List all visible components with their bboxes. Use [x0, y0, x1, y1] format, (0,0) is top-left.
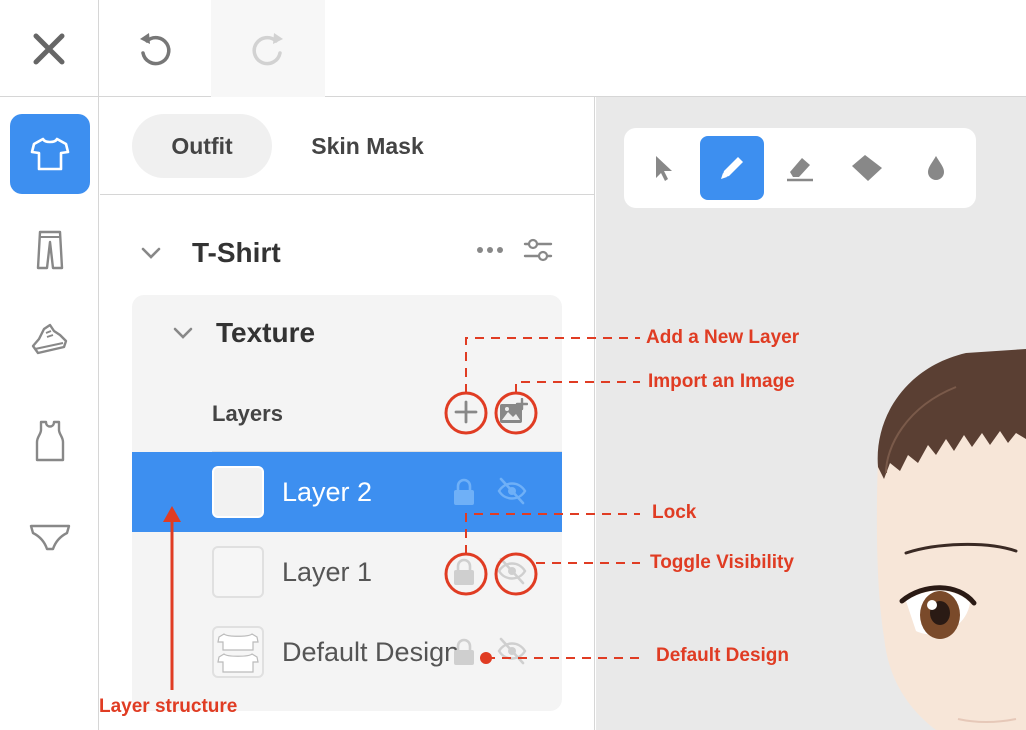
- image-add-icon: [500, 398, 528, 423]
- section-title: T-Shirt: [192, 237, 281, 268]
- tab-outfit[interactable]: Outfit: [132, 114, 272, 178]
- category-tshirt[interactable]: [10, 114, 90, 194]
- plus-icon: [454, 400, 478, 424]
- dropper-tool-button[interactable]: [904, 136, 968, 200]
- more-icon[interactable]: [475, 243, 505, 257]
- category-underwear[interactable]: [10, 497, 90, 577]
- layer-row[interactable]: Layer 2: [132, 452, 562, 532]
- close-icon: [33, 33, 65, 64]
- layer-name: Layer 2: [282, 476, 373, 507]
- layers-label: Layers: [212, 401, 283, 426]
- default-design-thumbnail: [212, 626, 264, 678]
- eraser-icon: [787, 158, 813, 182]
- layer-panel: Outfit Skin Mask T-Shirt Texture Layers: [100, 97, 595, 730]
- pants-icon: [36, 230, 64, 270]
- layer-row[interactable]: Default Design: [132, 612, 562, 692]
- underwear-icon: [29, 524, 71, 551]
- undo-button[interactable]: [99, 0, 211, 97]
- fill-icon: [852, 155, 882, 181]
- t-shirt-icon: [30, 137, 70, 171]
- avatar-preview: [876, 349, 1026, 730]
- redo-icon: [252, 32, 283, 65]
- texture-title: Texture: [216, 317, 316, 348]
- annotation-lock: Lock: [652, 502, 697, 523]
- eraser-tool-button[interactable]: [768, 136, 832, 200]
- undo-icon: [140, 32, 171, 65]
- annotation-toggle-visibility: Toggle Visibility: [650, 552, 794, 573]
- layer-thumbnail: [212, 546, 264, 598]
- chevron-down-icon[interactable]: [140, 246, 162, 260]
- annotation-default-design: Default Design: [656, 645, 790, 666]
- layer-row[interactable]: Layer 1: [132, 532, 562, 612]
- annotation-add-layer: Add a New Layer: [646, 327, 800, 348]
- lock-icon[interactable]: [452, 558, 476, 586]
- lock-icon[interactable]: [452, 478, 476, 506]
- cursor-icon: [656, 156, 672, 181]
- eye-off-icon[interactable]: [496, 556, 528, 586]
- t-shirt-icon: [217, 633, 259, 673]
- tank-top-icon: [35, 420, 65, 462]
- sliders-icon[interactable]: [523, 237, 553, 263]
- preview-canvas[interactable]: [596, 97, 1026, 730]
- pen-icon: [721, 157, 743, 179]
- category-tank-top[interactable]: [10, 401, 90, 481]
- close-button[interactable]: [0, 0, 99, 97]
- eye-off-icon[interactable]: [496, 636, 528, 666]
- category-sidebar: [0, 97, 99, 730]
- add-layer-button[interactable]: [449, 395, 483, 429]
- eye-off-icon[interactable]: [496, 476, 528, 506]
- drop-icon: [928, 156, 944, 180]
- tab-bar: Outfit Skin Mask: [100, 97, 595, 195]
- layer-thumbnail: [212, 466, 264, 518]
- drawing-toolbar: [624, 128, 976, 208]
- chevron-down-icon[interactable]: [172, 326, 194, 340]
- import-image-button[interactable]: [496, 395, 530, 429]
- annotation-layer-structure: Layer structure: [99, 696, 238, 717]
- fill-tool-button[interactable]: [836, 136, 900, 200]
- annotation-import-image: Import an Image: [648, 371, 795, 392]
- lock-icon[interactable]: [452, 638, 476, 666]
- layer-name: Layer 1: [282, 556, 373, 587]
- redo-button[interactable]: [211, 0, 325, 97]
- category-shoes[interactable]: [10, 297, 90, 377]
- tab-skin-mask[interactable]: Skin Mask: [295, 114, 440, 178]
- texture-header: Texture: [172, 317, 315, 349]
- layer-name: Default Design: [282, 636, 460, 667]
- top-bar: [0, 0, 1026, 97]
- texture-section: Texture Layers Layer 2 Layer 1 Default D…: [132, 295, 562, 711]
- pen-tool-button[interactable]: [700, 136, 764, 200]
- sneaker-icon: [31, 323, 68, 355]
- select-tool-button[interactable]: [632, 136, 696, 200]
- category-pants[interactable]: [10, 210, 90, 290]
